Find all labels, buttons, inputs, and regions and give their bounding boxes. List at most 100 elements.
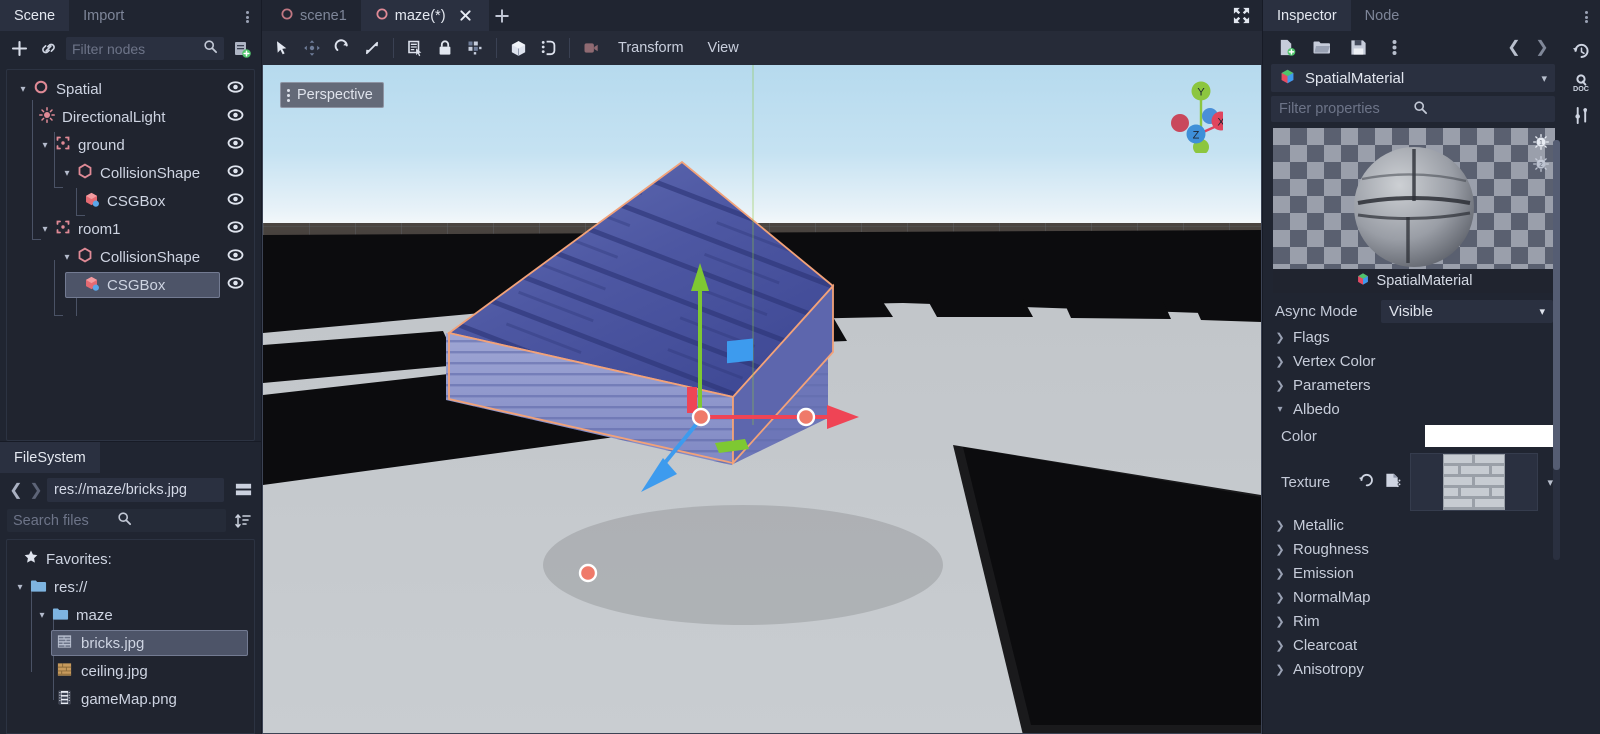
chevron-down-icon[interactable]: ▾ bbox=[1541, 72, 1547, 85]
filter-properties-input[interactable]: Filter properties bbox=[1271, 96, 1555, 122]
tab-filesystem[interactable]: FileSystem bbox=[0, 442, 100, 473]
axis-gizmo[interactable]: Y X Z bbox=[1153, 77, 1223, 153]
eye-icon[interactable] bbox=[227, 219, 244, 240]
eye-icon[interactable] bbox=[227, 79, 244, 100]
lock-icon[interactable] bbox=[431, 35, 459, 61]
property-category-clearcoat[interactable]: ❯ Clearcoat bbox=[1263, 633, 1563, 657]
property-category-roughness[interactable]: ❯ Roughness bbox=[1263, 537, 1563, 561]
chevron-down-icon[interactable]: ▾ bbox=[34, 610, 50, 621]
perspective-menu-button[interactable]: Perspective bbox=[280, 82, 384, 108]
material-preview[interactable]: 1 2 SpatialMaterial bbox=[1273, 128, 1555, 293]
chevron-right-icon[interactable]: ❯ bbox=[1533, 36, 1551, 58]
chevron-down-icon[interactable]: ▾ bbox=[59, 168, 75, 179]
revert-icon[interactable] bbox=[1358, 472, 1375, 493]
search-files-input[interactable]: Search files bbox=[7, 509, 226, 532]
property-category-flags[interactable]: ❯ Flags bbox=[1263, 325, 1563, 349]
scene-tree-node-collisionshape[interactable]: ▾ CollisionShape bbox=[7, 159, 254, 187]
eye-icon[interactable] bbox=[227, 107, 244, 128]
albedo-texture-preview[interactable] bbox=[1410, 453, 1539, 511]
scene-tree-node-spatial[interactable]: ▾ Spatial bbox=[7, 75, 254, 103]
scene-tab-scene1[interactable]: scene1 bbox=[266, 0, 361, 31]
property-category-rim[interactable]: ❯ Rim bbox=[1263, 609, 1563, 633]
history-icon[interactable] bbox=[1570, 40, 1592, 62]
inspector-object-row[interactable]: SpatialMaterial ▾ bbox=[1271, 64, 1555, 92]
property-category-metallic[interactable]: ❯ Metallic bbox=[1263, 513, 1563, 537]
open-docs-icon[interactable]: DOC bbox=[1570, 72, 1592, 94]
chevron-down-icon[interactable]: ▾ bbox=[37, 140, 53, 151]
eye-icon[interactable] bbox=[227, 135, 244, 156]
transform-manipulator[interactable] bbox=[263, 65, 1261, 734]
filesystem-item-favorites[interactable]: Favorites: bbox=[7, 545, 254, 573]
object-tools-icon[interactable] bbox=[1570, 104, 1592, 126]
filesystem-item-bricks[interactable]: bricks.jpg bbox=[7, 629, 254, 657]
eye-icon[interactable] bbox=[227, 247, 244, 268]
property-category-vertex-color[interactable]: ❯ Vertex Color bbox=[1263, 349, 1563, 373]
scene-tree-node-ground[interactable]: ▾ ground bbox=[7, 131, 254, 159]
filesystem-item-res[interactable]: ▾ res:// bbox=[7, 573, 254, 601]
eye-icon[interactable] bbox=[227, 191, 244, 212]
tab-node[interactable]: Node bbox=[1351, 0, 1414, 31]
current-path-field[interactable]: res://maze/bricks.jpg bbox=[47, 477, 224, 502]
chevron-down-icon[interactable]: ▾ bbox=[59, 252, 75, 263]
list-select-icon[interactable] bbox=[401, 35, 429, 61]
sort-icon[interactable] bbox=[232, 510, 254, 532]
link-icon[interactable] bbox=[37, 38, 59, 60]
eye-icon[interactable] bbox=[227, 275, 244, 296]
chevron-left-icon[interactable]: ❮ bbox=[7, 479, 25, 501]
scene-tree-node-room1[interactable]: ▾ room1 bbox=[7, 215, 254, 243]
filesystem-item-gamemap[interactable]: gameMap.png bbox=[7, 685, 254, 713]
plus-icon[interactable] bbox=[8, 38, 30, 60]
light-2-icon[interactable]: 2 bbox=[1533, 156, 1549, 176]
scene-tree[interactable]: ▾ Spatial DirectionalLight ▾ ground ▾ Co… bbox=[6, 69, 255, 441]
filesystem-item-maze[interactable]: ▾ maze bbox=[7, 601, 254, 629]
tab-import[interactable]: Import bbox=[69, 0, 138, 31]
scale-mode-icon[interactable] bbox=[358, 35, 386, 61]
async-mode-select[interactable]: Visible ▾ bbox=[1381, 300, 1553, 323]
chevron-down-icon[interactable]: ▾ bbox=[15, 84, 31, 95]
tab-inspector[interactable]: Inspector bbox=[1263, 0, 1351, 31]
chevron-down-icon[interactable]: ▾ bbox=[37, 224, 53, 235]
albedo-color-swatch[interactable] bbox=[1425, 425, 1553, 447]
select-mode-icon[interactable] bbox=[268, 35, 296, 61]
camera-preview-icon[interactable] bbox=[577, 35, 605, 61]
inspector-scrollbar[interactable] bbox=[1553, 140, 1560, 560]
property-category-normalmap[interactable]: ❯ NormalMap bbox=[1263, 585, 1563, 609]
move-mode-icon[interactable] bbox=[298, 35, 326, 61]
folder-open-icon[interactable] bbox=[1311, 36, 1333, 58]
scene-tree-node-csgbox-selected[interactable]: CSGBox bbox=[7, 271, 254, 299]
light-1-icon[interactable]: 1 bbox=[1533, 134, 1549, 154]
inspector-panel-menu-icon[interactable] bbox=[1578, 9, 1594, 25]
snap-icon[interactable] bbox=[534, 35, 562, 61]
quick-load-icon[interactable] bbox=[1384, 472, 1401, 493]
filesystem-item-ceiling[interactable]: ceiling.jpg bbox=[7, 657, 254, 685]
split-view-icon[interactable] bbox=[232, 479, 254, 501]
property-category-anisotropy[interactable]: ❯ Anisotropy bbox=[1263, 657, 1563, 681]
group-icon[interactable] bbox=[461, 35, 489, 61]
eye-icon[interactable] bbox=[227, 163, 244, 184]
filter-nodes-input[interactable]: Filter nodes bbox=[66, 37, 224, 60]
property-async-mode[interactable]: Async Mode Visible ▾ bbox=[1263, 298, 1563, 325]
chevron-left-icon[interactable]: ❮ bbox=[1505, 36, 1523, 58]
property-albedo-color[interactable]: Color bbox=[1263, 421, 1563, 451]
chevron-right-icon[interactable]: ❯ bbox=[27, 479, 45, 501]
3d-viewport[interactable]: Perspective Y X Z bbox=[262, 65, 1262, 734]
property-category-parameters[interactable]: ❯ Parameters bbox=[1263, 373, 1563, 397]
new-file-icon[interactable] bbox=[1275, 36, 1297, 58]
local-space-icon[interactable] bbox=[504, 35, 532, 61]
kebab-menu-icon[interactable] bbox=[1383, 36, 1405, 58]
add-tab-icon[interactable] bbox=[489, 0, 515, 31]
save-icon[interactable] bbox=[1347, 36, 1369, 58]
filesystem-tree[interactable]: Favorites: ▾ res:// ▾ maze bricks.jpg ce… bbox=[6, 539, 255, 734]
rotate-mode-icon[interactable] bbox=[328, 35, 356, 61]
view-menu[interactable]: View bbox=[697, 35, 750, 61]
tab-scene[interactable]: Scene bbox=[0, 0, 70, 31]
property-category-emission[interactable]: ❯ Emission bbox=[1263, 561, 1563, 585]
close-icon[interactable] bbox=[457, 7, 475, 25]
property-category-albedo[interactable]: ▾ Albedo bbox=[1263, 397, 1563, 421]
scene-panel-menu-icon[interactable] bbox=[239, 9, 255, 25]
scene-tree-node-directionallight[interactable]: DirectionalLight bbox=[7, 103, 254, 131]
scene-tree-node-collisionshape[interactable]: ▾ CollisionShape bbox=[7, 243, 254, 271]
scene-tab-maze[interactable]: maze(*) bbox=[360, 0, 489, 31]
expand-icon[interactable] bbox=[1232, 6, 1252, 26]
chevron-down-icon[interactable]: ▾ bbox=[12, 582, 28, 593]
